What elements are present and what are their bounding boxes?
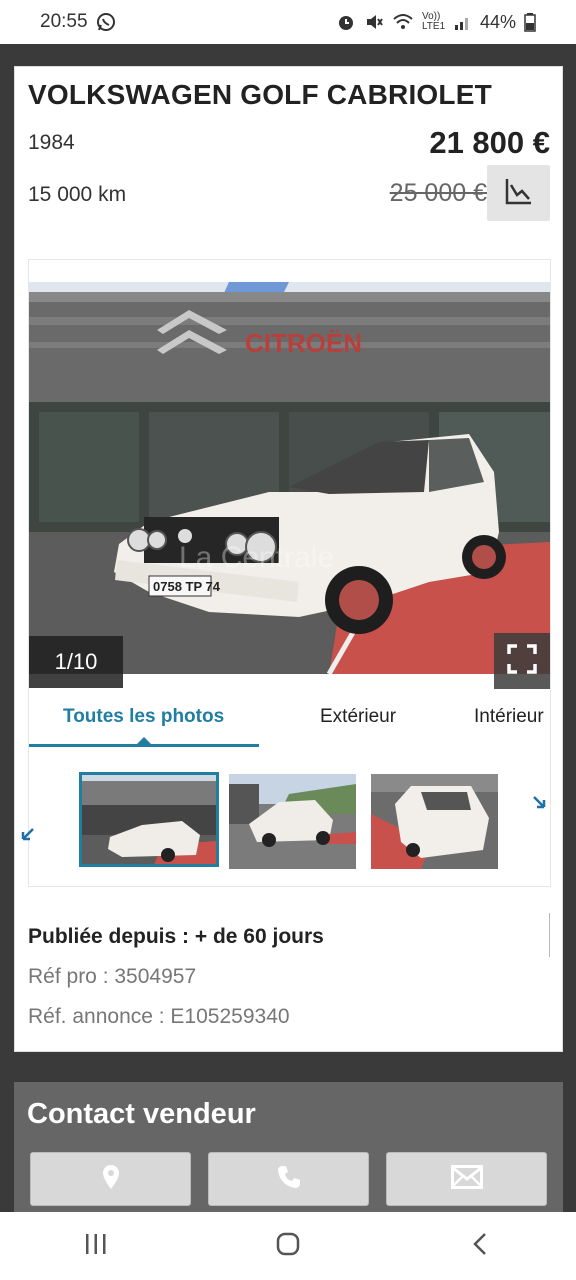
- scroll-right-icon[interactable]: [532, 795, 546, 814]
- signal-icon: [454, 13, 472, 31]
- battery-icon: [524, 12, 536, 32]
- call-button[interactable]: [208, 1152, 369, 1206]
- recent-apps-button[interactable]: [56, 1216, 136, 1276]
- network-label: Vo)) LTE1: [421, 11, 446, 32]
- tab-interior[interactable]: Intérieur: [474, 706, 544, 728]
- pro-reference: Réf pro : 3504957: [28, 965, 197, 988]
- contact-seller-section: Contact vendeur: [14, 1082, 563, 1222]
- email-button[interactable]: [386, 1152, 547, 1206]
- home-button[interactable]: [248, 1216, 328, 1276]
- listing-title: VOLKSWAGEN GOLF CABRIOLET: [28, 79, 492, 110]
- clock: 20:55: [40, 11, 88, 32]
- home-icon: [274, 1230, 302, 1263]
- price-history-button[interactable]: [487, 165, 550, 221]
- price-chart-icon: [503, 175, 535, 212]
- license-plate: 0758 TP 74: [153, 579, 221, 594]
- listing-info: Publiée depuis : + de 60 jours Réf pro :…: [28, 925, 324, 1029]
- listing-year: 1984: [28, 131, 75, 154]
- wifi-icon: [392, 12, 414, 32]
- scroll-left-icon[interactable]: [21, 827, 35, 846]
- thumbnail-strip: [21, 760, 550, 886]
- published-since: Publiée depuis : + de 60 jours: [28, 925, 324, 948]
- mute-icon: [364, 12, 384, 32]
- thumbnail-2[interactable]: [229, 774, 356, 869]
- listing-mileage: 15 000 km: [28, 183, 127, 206]
- tab-all-photos[interactable]: Toutes les photos: [63, 706, 224, 728]
- photo-counter: 1/10: [29, 636, 123, 688]
- fullscreen-icon: [507, 643, 537, 679]
- location-button[interactable]: [30, 1152, 191, 1206]
- recent-apps-icon: [83, 1232, 109, 1261]
- photo-gallery: CITROËN 0758 TP 74 La Centrale 1/10 Tout…: [21, 259, 551, 887]
- location-icon: [102, 1164, 120, 1195]
- contact-title: Contact vendeur: [27, 1098, 256, 1130]
- phone-icon: [276, 1164, 302, 1195]
- thumbnail-3[interactable]: [371, 774, 498, 869]
- status-bar: 20:55 Vo)) LTE1 44%: [0, 0, 576, 44]
- system-nav-bar: [0, 1212, 576, 1280]
- active-tab-underline: [29, 744, 259, 747]
- battery-percent: 44%: [479, 11, 516, 32]
- ad-reference: Réf. annonce : E105259340: [28, 1005, 290, 1028]
- back-button[interactable]: [440, 1216, 520, 1276]
- watermark: La Centrale: [179, 541, 334, 574]
- back-icon: [470, 1231, 490, 1262]
- thumbnail-1[interactable]: [79, 772, 219, 867]
- whatsapp-icon: [96, 12, 116, 32]
- fullscreen-button[interactable]: [494, 633, 550, 689]
- mail-icon: [450, 1164, 483, 1194]
- main-photo[interactable]: CITROËN 0758 TP 74 La Centrale: [29, 282, 550, 674]
- active-tab-caret: [137, 737, 151, 744]
- photo-tabs: Toutes les photos Extérieur Intérieur: [29, 690, 550, 748]
- old-price: 25 000 €: [389, 179, 487, 207]
- listing-price: 21 800 €: [429, 125, 550, 160]
- dealer-sign: CITROËN: [245, 328, 362, 358]
- tab-exterior[interactable]: Extérieur: [320, 706, 396, 728]
- alarm-icon: [336, 12, 356, 32]
- info-divider: [549, 913, 550, 957]
- listing-card: VOLKSWAGEN GOLF CABRIOLET 1984 21 800 € …: [14, 66, 563, 1052]
